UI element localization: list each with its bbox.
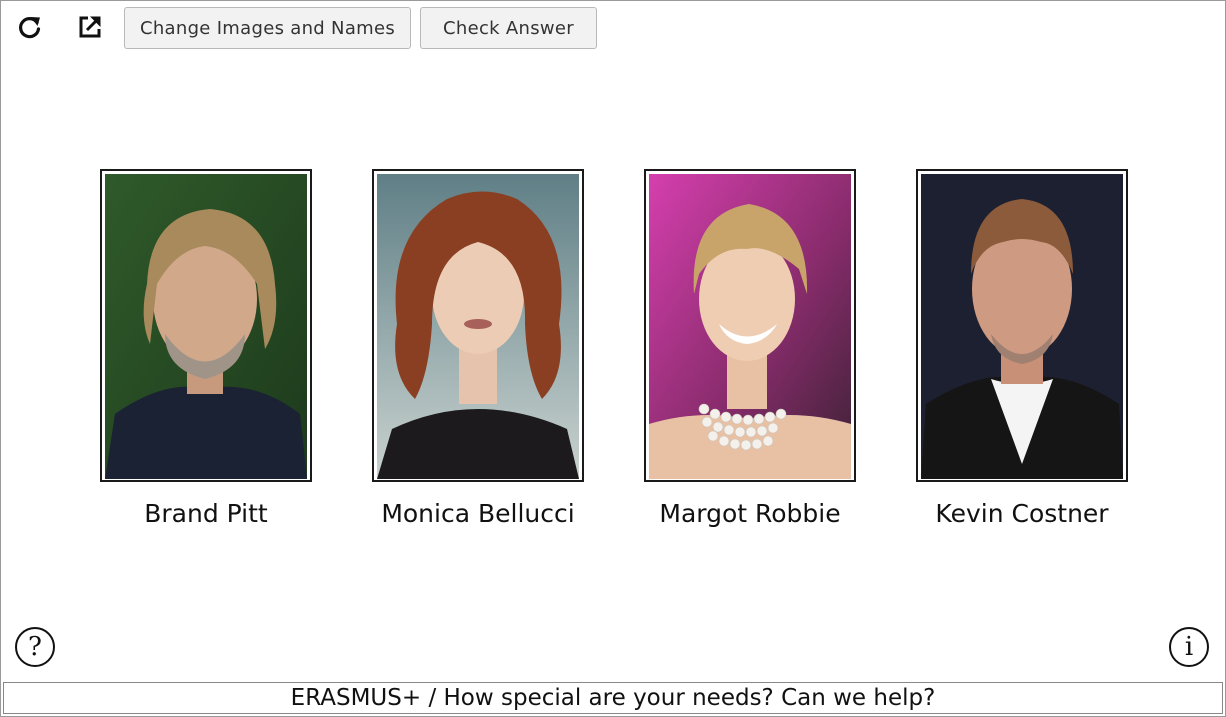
card-name-1: Brand Pitt xyxy=(144,499,268,528)
photo-card-3[interactable] xyxy=(644,169,856,482)
portrait-photo xyxy=(377,174,579,479)
photo-card-4[interactable] xyxy=(916,169,1128,482)
card-name-4: Kevin Costner xyxy=(935,499,1109,528)
info-icon[interactable]: i xyxy=(1169,627,1209,667)
info-button-label: i xyxy=(1184,632,1194,662)
portrait-photo xyxy=(921,174,1123,479)
question-icon[interactable]: ? xyxy=(15,627,55,667)
external-link-icon[interactable] xyxy=(75,12,105,42)
check-answer-button[interactable]: Check Answer xyxy=(420,7,597,49)
card-name-3: Margot Robbie xyxy=(659,499,841,528)
change-images-button[interactable]: Change Images and Names xyxy=(124,7,411,49)
footer-text: ERASMUS+ / How special are your needs? C… xyxy=(3,682,1223,714)
reload-icon[interactable] xyxy=(15,12,45,42)
app-frame: Change Images and Names Check Answer Bra… xyxy=(0,0,1226,717)
photo-card-1[interactable] xyxy=(100,169,312,482)
photo-card-2[interactable] xyxy=(372,169,584,482)
card-name-2: Monica Bellucci xyxy=(381,499,575,528)
portrait-photo xyxy=(105,174,307,479)
help-button-label: ? xyxy=(28,632,42,662)
portrait-photo xyxy=(649,174,851,479)
